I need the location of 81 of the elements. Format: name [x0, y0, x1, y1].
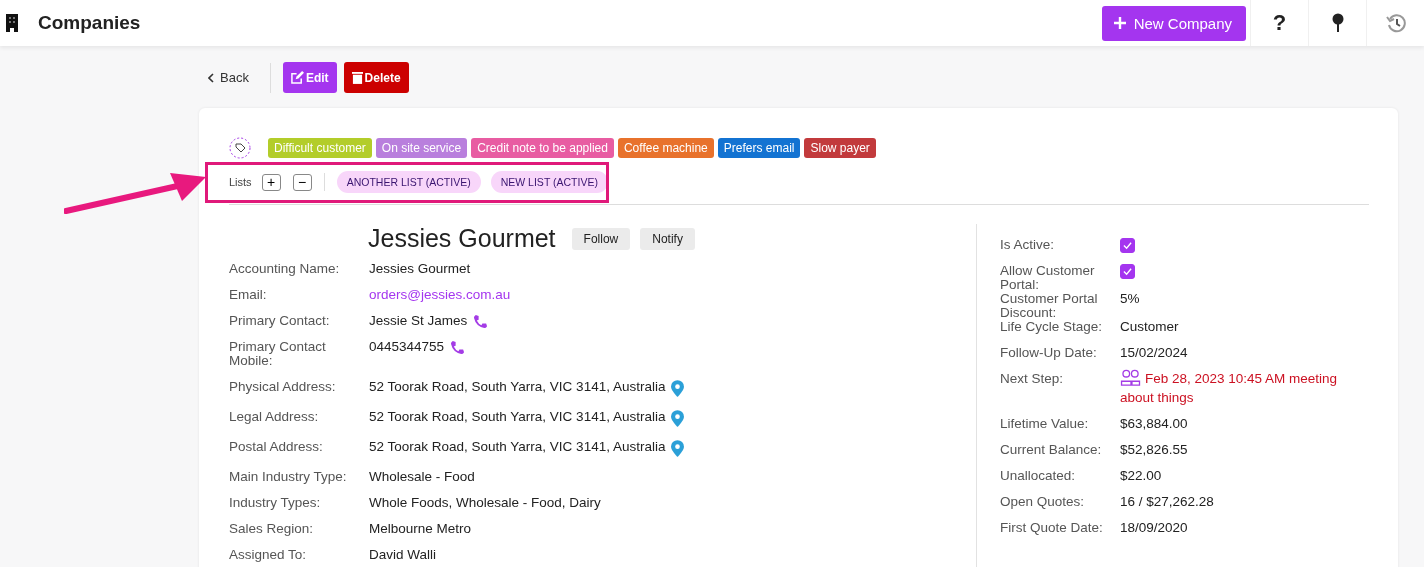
field-value: Whole Foods, Wholesale - Food, Dairy — [369, 496, 601, 510]
notify-button[interactable]: Notify — [640, 227, 695, 250]
field-label: Sales Region: — [229, 522, 315, 538]
tag: Prefers email — [717, 138, 801, 158]
pin-button[interactable] — [1308, 0, 1366, 46]
checkbox[interactable] — [1120, 264, 1135, 279]
follow-button[interactable]: Follow — [571, 227, 631, 250]
field-value: 0445344755 — [369, 340, 445, 354]
phone-icon[interactable] — [473, 314, 489, 329]
field-label: Follow-Up Date: — [1000, 346, 1098, 362]
field-label: Is Active: — [1000, 238, 1056, 254]
lists-label: Lists — [229, 176, 252, 188]
field-label: Postal Address: — [229, 440, 324, 456]
checkmark-icon — [1123, 267, 1132, 276]
map-pin-icon[interactable] — [671, 410, 685, 427]
field-label: Accounting Name: — [229, 262, 341, 278]
help-button[interactable]: ? — [1250, 0, 1308, 46]
building-icon — [6, 14, 18, 32]
field-value: 52 Toorak Road, South Yarra, VIC 3141, Australia — [369, 380, 666, 394]
field-label: Assigned To: — [229, 548, 308, 564]
plus-icon — [1113, 17, 1126, 29]
field-label: Allow Customer Portal: — [1000, 264, 1096, 292]
field-label: Unallocated: — [1000, 469, 1077, 485]
field-label: Lifetime Value: — [1000, 417, 1090, 433]
field-label: Legal Address: — [229, 410, 320, 426]
tag: Slow payer — [804, 138, 876, 158]
field-label: Main Industry Type: — [229, 470, 348, 486]
field-value: Customer — [1120, 320, 1179, 334]
email-link[interactable]: orders@jessies.com.au — [369, 288, 511, 302]
edit-icon — [290, 71, 304, 84]
field-value: Jessies Gourmet — [369, 262, 471, 276]
page-title: Companies — [38, 12, 141, 34]
field-value: 16 / $27,262.28 — [1120, 495, 1214, 509]
field-value: 15/02/2024 — [1120, 346, 1188, 360]
tag: Credit note to be applied — [471, 138, 614, 158]
field-label: Primary Contact: — [229, 314, 331, 330]
remove-list-button[interactable]: − — [292, 173, 312, 191]
field-label: Open Quotes: — [1000, 495, 1086, 511]
field-value: 5% — [1120, 292, 1140, 306]
next-step-text: Feb 28, 2023 10:45 AM meeting about things — [1120, 369, 1339, 407]
field-label: First Quote Date: — [1000, 521, 1104, 537]
tag: Difficult customer — [268, 138, 372, 158]
field-label: Life Cycle Stage: — [1000, 320, 1104, 336]
field-value: 18/09/2020 — [1120, 521, 1188, 535]
field-label: Industry Types: — [229, 496, 322, 512]
field-value: 52 Toorak Road, South Yarra, VIC 3141, Australia — [369, 410, 666, 424]
pin-icon — [1331, 13, 1344, 33]
field-label: Next Step: — [1000, 372, 1065, 388]
map-pin-icon[interactable] — [671, 380, 685, 397]
list-chip[interactable]: ANOTHER LIST (ACTIVE) — [336, 171, 481, 193]
list-chip[interactable]: NEW LIST (ACTIVE) — [490, 171, 608, 193]
add-list-button[interactable]: + — [261, 173, 281, 191]
tag: Coffee machine — [617, 138, 714, 158]
field-value: $22.00 — [1120, 469, 1162, 483]
delete-button[interactable]: Delete — [343, 62, 409, 93]
field-value: $63,884.00 — [1120, 417, 1188, 431]
field-value: Jessie St James — [369, 314, 468, 328]
field-label: Primary Contact Mobile: — [229, 340, 327, 370]
new-company-button[interactable]: New Company — [1101, 5, 1246, 41]
field-value: Wholesale - Food — [369, 470, 475, 484]
field-value: $52,826.55 — [1120, 443, 1188, 457]
tag-icon — [229, 137, 251, 159]
chevron-left-icon — [208, 72, 214, 83]
field-label: Customer Portal Discount: — [1000, 292, 1099, 320]
history-icon — [1385, 13, 1406, 33]
people-icon — [1120, 369, 1142, 386]
field-value: Melbourne Metro — [369, 522, 472, 536]
checkbox[interactable] — [1120, 238, 1135, 253]
trash-icon — [351, 71, 363, 84]
field-value: 52 Toorak Road, South Yarra, VIC 3141, Australia — [369, 440, 666, 454]
company-name: Jessies Gourmet — [368, 224, 556, 253]
field-label: Email: — [229, 288, 268, 304]
checkmark-icon — [1123, 241, 1132, 250]
back-link[interactable]: Back — [208, 70, 249, 85]
map-pin-icon[interactable] — [671, 440, 685, 457]
phone-icon[interactable] — [450, 340, 466, 355]
edit-button[interactable]: Edit — [282, 62, 337, 93]
field-label: Current Balance: — [1000, 443, 1103, 459]
tag: On site service — [375, 138, 468, 158]
field-label: Physical Address: — [229, 380, 337, 396]
field-value: David Walli — [369, 548, 436, 562]
